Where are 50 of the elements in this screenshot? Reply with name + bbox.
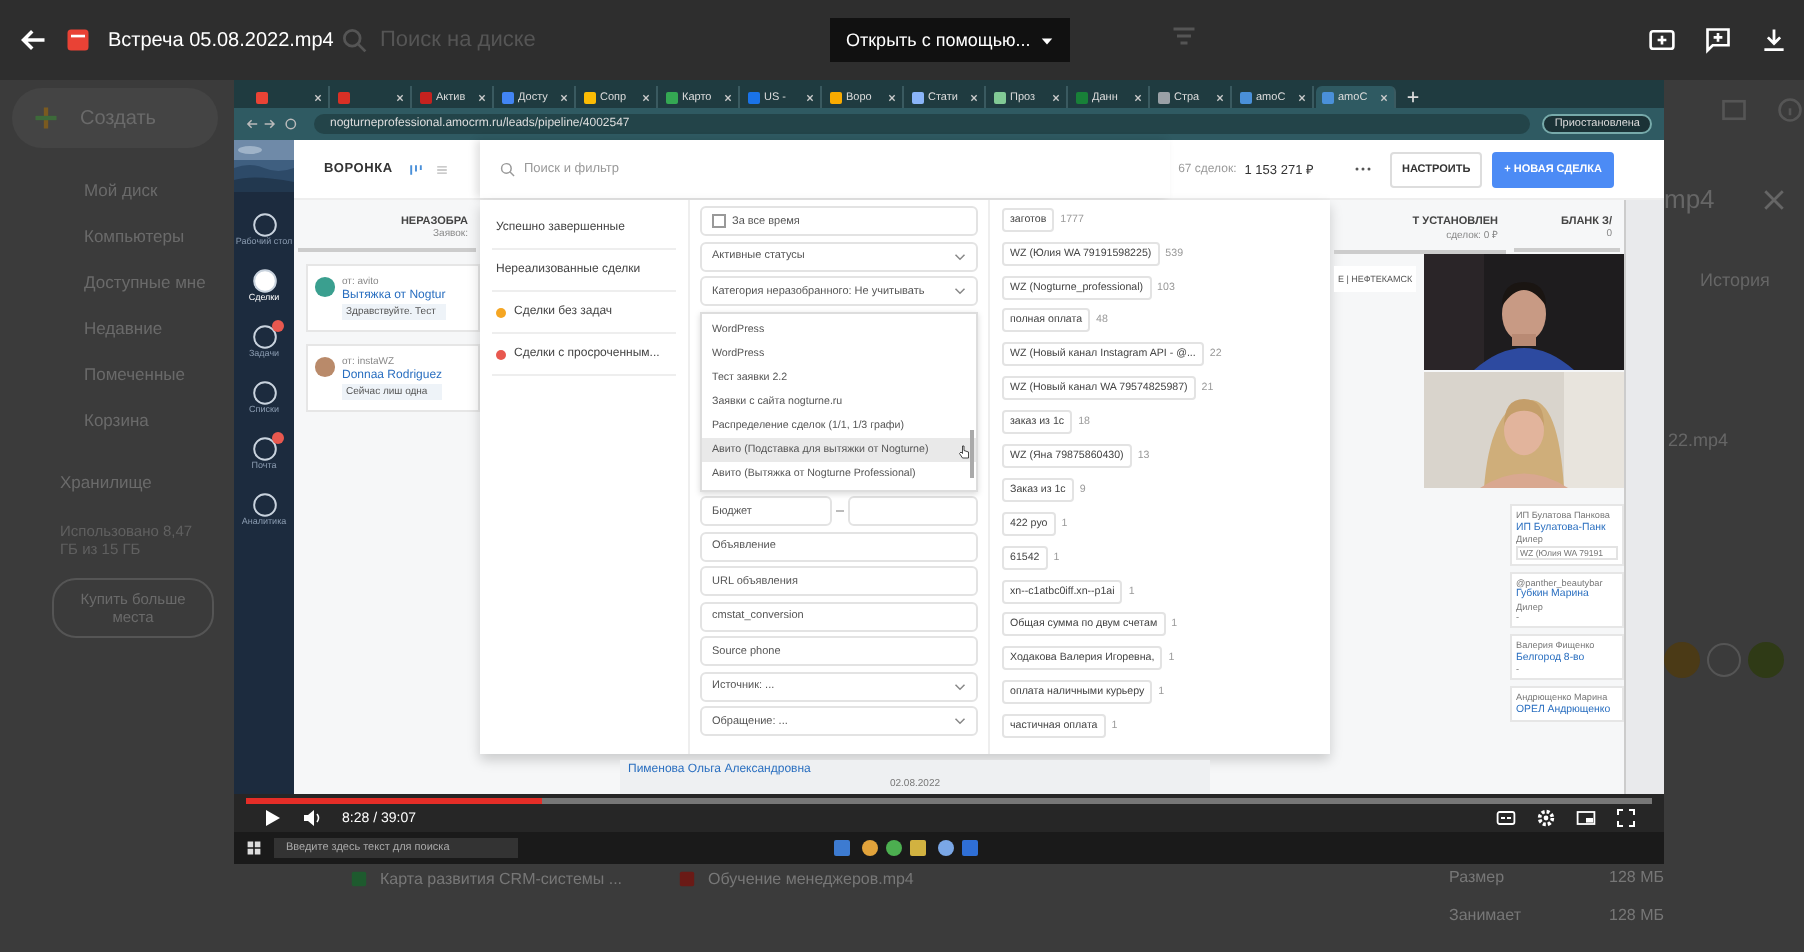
open-with-button[interactable]: Открыть с помощью... (830, 18, 1071, 62)
volume-icon[interactable] (302, 808, 322, 828)
progress-track[interactable] (246, 798, 1652, 804)
plus-icon (32, 104, 60, 132)
chevron-icon (954, 681, 966, 691)
file-title: Встреча 05.08.2022.mp4 (108, 29, 334, 51)
add-to-drive-icon[interactable] (1648, 26, 1676, 54)
input-field[interactable] (847, 496, 978, 526)
avatar-icon (314, 356, 336, 378)
windows-icon[interactable] (246, 840, 262, 856)
download-icon[interactable] (1760, 26, 1788, 54)
avatar-row-icon (1664, 640, 1784, 680)
back-arrow-icon[interactable] (20, 26, 48, 54)
chevron-icon (954, 286, 966, 296)
avatar-icon (314, 276, 336, 298)
new-tab-plus-icon[interactable] (1406, 90, 1420, 104)
ring-icon (251, 435, 277, 462)
hand-cursor-icon (958, 443, 970, 459)
play-icon[interactable] (262, 808, 282, 828)
search-icon (340, 26, 368, 54)
info-value: 128 МБ (1609, 906, 1664, 924)
ring-icon (251, 323, 277, 350)
video-file-icon (64, 26, 92, 54)
caret-icon (1040, 33, 1055, 47)
search-icon (500, 161, 516, 177)
file-name: Обучение менеджеров.mp4 (708, 870, 914, 888)
fullscreen-icon[interactable] (1616, 808, 1636, 828)
chevron-icon (954, 251, 966, 261)
ring-icon (251, 212, 277, 238)
info-label: Размер (1449, 868, 1507, 886)
ring-icon (251, 267, 277, 294)
add-comment-icon[interactable] (1704, 26, 1732, 54)
info-value: 128 МБ (1609, 868, 1664, 886)
info-icon (1776, 96, 1804, 124)
scrollbar[interactable] (970, 429, 974, 477)
ring-icon (251, 491, 277, 518)
settings-icon[interactable] (1536, 808, 1556, 828)
file-name: Карта развития CRM-системы ... (380, 870, 623, 888)
kanban-view-icon[interactable] (408, 161, 425, 177)
more-icon[interactable] (1354, 166, 1372, 172)
navigation-arrows-icon[interactable] (246, 116, 302, 132)
checkbox[interactable] (712, 214, 726, 228)
sheet-icon (350, 870, 368, 888)
miniplayer-icon[interactable] (1576, 808, 1596, 828)
info-label: Занимает (1449, 906, 1523, 924)
chevron-icon (954, 716, 966, 726)
grid-icon (1720, 96, 1748, 124)
ring-icon (251, 379, 277, 406)
video-file-icon (678, 870, 697, 888)
subtitles-icon[interactable] (1496, 808, 1516, 828)
